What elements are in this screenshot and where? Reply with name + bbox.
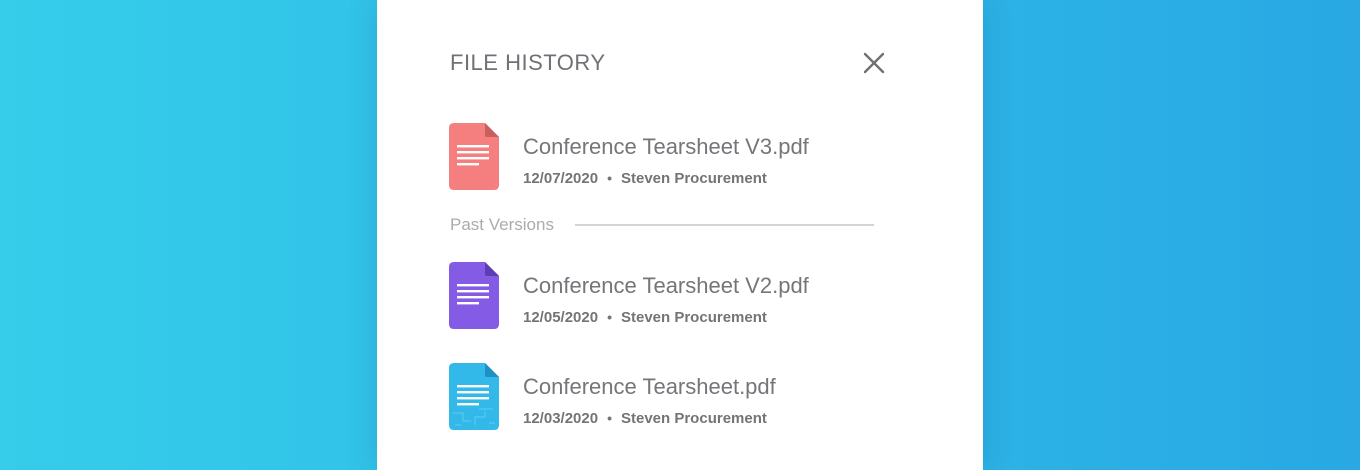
meta-separator: •	[607, 410, 612, 426]
past-version-item[interactable]: Conference Tearsheet.pdf 12/03/2020 • Stev…	[449, 363, 889, 431]
file-date: 12/05/2020	[523, 309, 599, 326]
file-name: Conference Tearsheet V2.pdf	[523, 273, 809, 298]
file-history-panel: FILE HISTORY Conference Tearsheet V3.pdf…	[377, 0, 983, 470]
file-meta: 12/03/2020 • Steven Procurement	[523, 409, 767, 428]
file-author: Steven Procurement	[620, 309, 767, 326]
panel-title: FILE HISTORY	[450, 50, 606, 75]
current-file-item[interactable]: Conference Tearsheet V3.pdf 12/07/2020 • S…	[449, 123, 889, 191]
document-icon	[449, 123, 499, 190]
file-meta: 12/05/2020 • Steven Procurement	[523, 308, 767, 327]
close-button[interactable]	[857, 46, 891, 80]
divider	[575, 224, 874, 226]
file-date: 12/03/2020	[523, 410, 599, 427]
past-versions-label: Past Versions	[450, 215, 554, 234]
past-version-item[interactable]: Conference Tearsheet V2.pdf 12/05/2020 • S…	[449, 262, 889, 330]
document-icon	[449, 363, 499, 430]
file-name: Conference Tearsheet.pdf	[523, 374, 776, 399]
meta-separator: •	[607, 170, 612, 186]
file-name: Conference Tearsheet V3.pdf	[523, 134, 809, 159]
meta-separator: •	[607, 309, 612, 325]
file-meta: 12/07/2020 • Steven Procurement	[523, 169, 767, 188]
file-author: Steven Procurement	[620, 170, 767, 187]
file-date: 12/07/2020	[523, 170, 599, 187]
file-author: Steven Procurement	[620, 410, 767, 427]
document-icon	[449, 262, 499, 329]
close-icon	[863, 52, 885, 74]
